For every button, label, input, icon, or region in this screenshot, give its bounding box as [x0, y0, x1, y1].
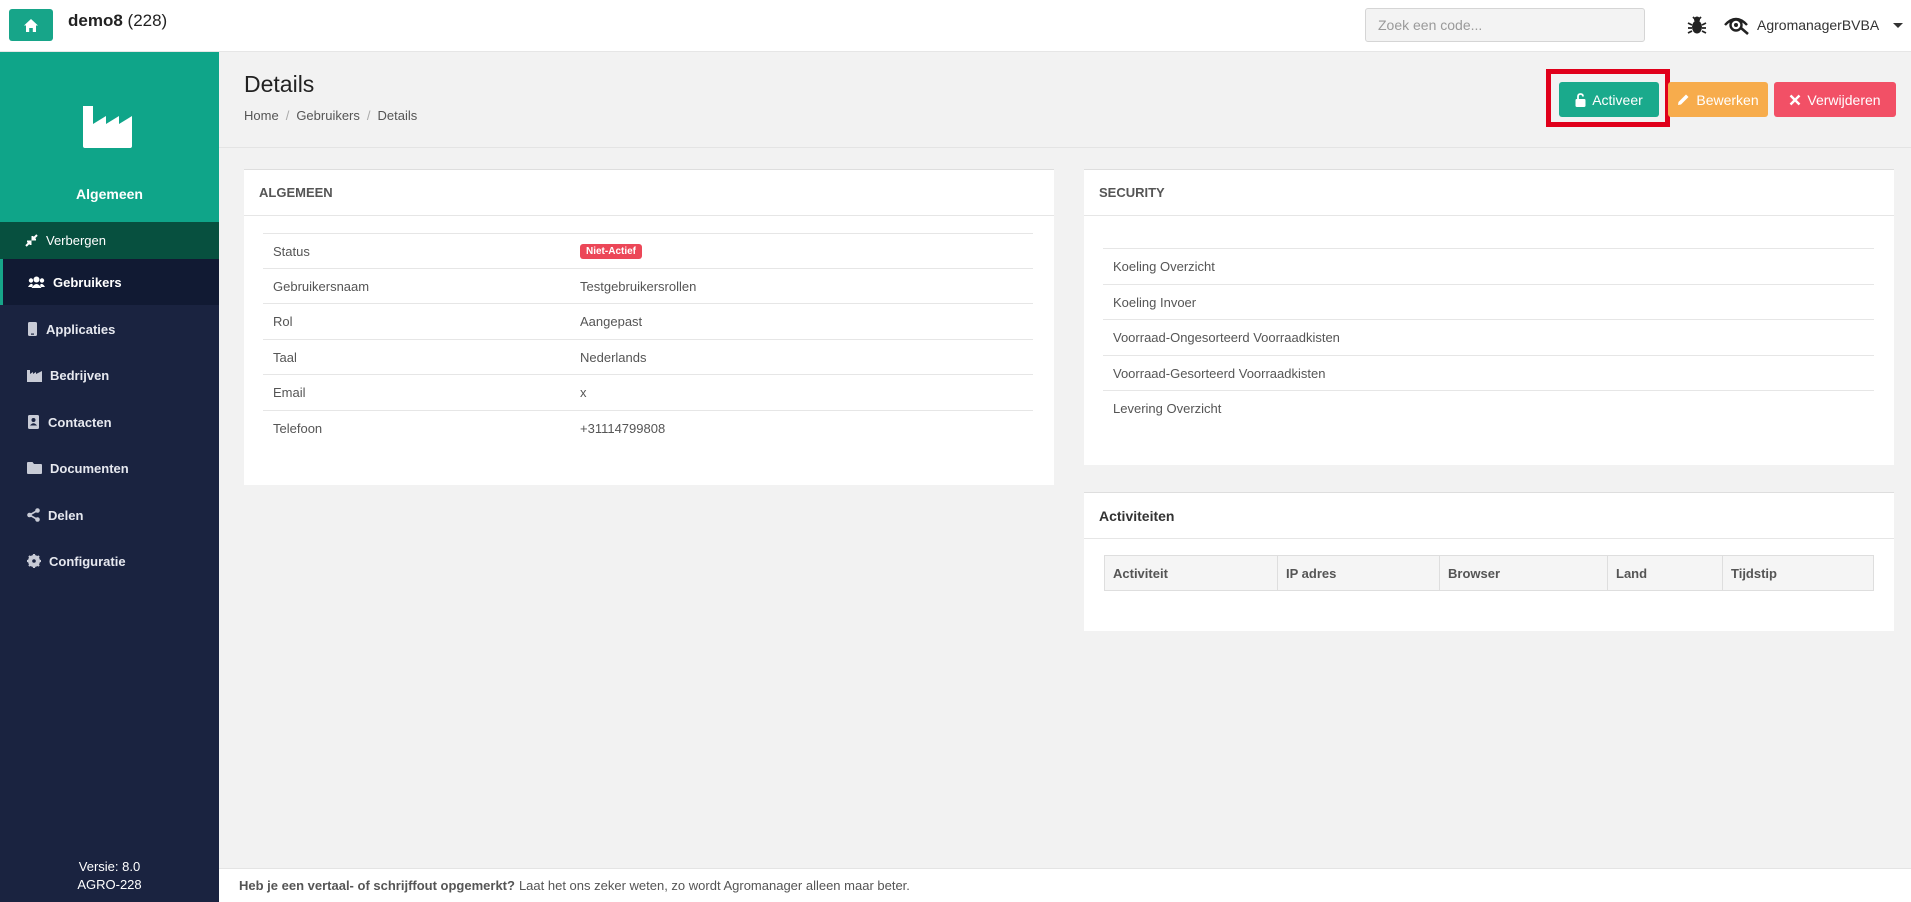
factory-icon	[27, 369, 42, 382]
breadcrumb-separator: /	[366, 108, 371, 123]
sidebar-item-bedrijven[interactable]: Bedrijven	[0, 352, 219, 398]
delete-button[interactable]: Verwijderen	[1774, 82, 1896, 117]
detail-value: x	[580, 384, 587, 400]
security-item: Levering Overzicht	[1103, 390, 1874, 425]
security-item: Koeling Invoer	[1103, 284, 1874, 319]
unlock-icon	[1575, 92, 1586, 107]
page-header: Details Home / Gebruikers / Details Acti…	[219, 52, 1911, 148]
security-item: Voorraad-Gesorteerd Voorraadkisten	[1103, 355, 1874, 390]
footer-question: Heb je een vertaal- of schrijffout opgem…	[239, 878, 515, 893]
detail-label: Status	[273, 243, 310, 259]
detail-row-language: Taal Nederlands	[263, 339, 1033, 374]
sidebar-hide-toggle[interactable]: Verbergen	[0, 222, 219, 259]
sidebar-item-gebruikers[interactable]: Gebruikers	[0, 259, 219, 305]
search-input[interactable]	[1365, 8, 1645, 42]
app-name: demo8	[68, 11, 123, 30]
detail-label: Gebruikersnaam	[273, 278, 370, 294]
compress-icon	[25, 234, 38, 247]
app-title: demo8 (228)	[68, 11, 167, 31]
breadcrumb-gebruikers[interactable]: Gebruikers	[296, 108, 360, 123]
sidebar-item-label: Contacten	[48, 414, 112, 430]
share-icon	[27, 508, 40, 522]
breadcrumb-details: Details	[377, 108, 418, 123]
activities-panel-title: Activiteiten	[1084, 493, 1894, 539]
build-line: AGRO-228	[77, 877, 142, 892]
security-panel-title: SECURITY	[1084, 170, 1894, 216]
version-line: Versie: 8.0	[78, 859, 141, 874]
detail-row-status: Status Niet-Actief	[263, 233, 1033, 268]
edit-button[interactable]: Bewerken	[1668, 82, 1768, 117]
column-header[interactable]: Tijdstip	[1723, 556, 1873, 590]
sidebar-item-label: Bedrijven	[50, 367, 110, 383]
factory-icon	[83, 106, 132, 148]
sidebar: Algemeen Verbergen Gebruikers Applicatie…	[0, 52, 219, 902]
detail-row-phone: Telefoon +31114799808	[263, 410, 1033, 445]
column-header[interactable]: IP adres	[1278, 556, 1440, 590]
user-eye-icon	[1724, 17, 1749, 35]
sidebar-section-label: Algemeen	[76, 186, 143, 202]
top-bar: demo8 (228) AgromanagerBVBA	[0, 0, 1911, 52]
gear-icon	[27, 554, 41, 568]
pencil-icon	[1678, 94, 1689, 105]
sidebar-item-documenten[interactable]: Documenten	[0, 445, 219, 491]
bug-icon[interactable]	[1685, 13, 1709, 37]
sidebar-item-configuratie[interactable]: Configuratie	[0, 538, 219, 584]
activities-panel: Activiteiten Activiteit IP adres Browser…	[1084, 492, 1894, 631]
close-icon	[1790, 94, 1801, 105]
breadcrumb: Home / Gebruikers / Details	[244, 108, 417, 123]
footer-text: Laat het ons zeker weten, zo wordt Agrom…	[518, 878, 910, 893]
chevron-down-icon	[1893, 22, 1904, 28]
column-header[interactable]: Browser	[1440, 556, 1608, 590]
detail-value: Aangepast	[580, 313, 643, 329]
mobile-icon	[28, 322, 37, 336]
detail-row-email: Email x	[263, 374, 1033, 409]
app-count: (228)	[127, 11, 168, 30]
users-icon	[28, 276, 45, 288]
activities-table-header: Activiteit IP adres Browser Land Tijdsti…	[1104, 555, 1874, 591]
sidebar-item-contacten[interactable]: Contacten	[0, 399, 219, 445]
status-badge: Niet-Actief	[580, 243, 643, 259]
delete-label: Verwijderen	[1807, 91, 1881, 108]
sidebar-item-label: Applicaties	[46, 321, 116, 337]
version-info: Versie: 8.0 AGRO-228	[0, 858, 219, 894]
edit-label: Bewerken	[1696, 91, 1759, 108]
sidebar-item-applicaties[interactable]: Applicaties	[0, 306, 219, 352]
sidebar-item-delen[interactable]: Delen	[0, 492, 219, 538]
folder-icon	[27, 462, 42, 474]
detail-value: Nederlands	[580, 349, 647, 365]
footer: Heb je een vertaal- of schrijffout opgem…	[219, 868, 1911, 902]
detail-label: Telefoon	[273, 420, 323, 436]
detail-row-username: Gebruikersnaam Testgebruikersrollen	[263, 268, 1033, 303]
breadcrumb-home[interactable]: Home	[244, 108, 279, 123]
column-header[interactable]: Land	[1608, 556, 1723, 590]
general-panel-title: ALGEMEEN	[244, 170, 1054, 216]
column-header[interactable]: Activiteit	[1105, 556, 1278, 590]
page-title: Details	[244, 71, 315, 97]
detail-label: Taal	[273, 349, 297, 365]
home-icon	[24, 18, 38, 32]
detail-value: Testgebruikersrollen	[580, 278, 697, 294]
security-item: Koeling Overzicht	[1103, 248, 1874, 283]
sidebar-item-label: Delen	[48, 507, 84, 523]
detail-label: Email	[273, 384, 306, 400]
sidebar-hide-label: Verbergen	[46, 233, 106, 248]
detail-value: +31114799808	[580, 420, 666, 436]
detail-label: Rol	[273, 313, 293, 329]
activate-label: Activeer	[1592, 91, 1643, 108]
activate-button[interactable]: Activeer	[1559, 82, 1659, 117]
security-item: Voorraad-Ongesorteerd Voorraadkisten	[1103, 319, 1874, 354]
home-button[interactable]	[9, 9, 53, 41]
user-name: AgromanagerBVBA	[1757, 17, 1880, 33]
address-book-icon	[28, 415, 39, 429]
sidebar-section-header: Algemeen	[0, 52, 219, 222]
general-panel: ALGEMEEN Status Niet-Actief Gebruikersna…	[244, 169, 1054, 485]
detail-row-role: Rol Aangepast	[263, 303, 1033, 338]
user-menu[interactable]: AgromanagerBVBA	[1723, 12, 1904, 38]
sidebar-item-label: Gebruikers	[53, 274, 122, 290]
breadcrumb-separator: /	[285, 108, 290, 123]
security-panel: SECURITY Koeling Overzicht Koeling Invoe…	[1084, 169, 1894, 465]
sidebar-item-label: Configuratie	[49, 553, 126, 569]
sidebar-item-label: Documenten	[50, 460, 129, 476]
